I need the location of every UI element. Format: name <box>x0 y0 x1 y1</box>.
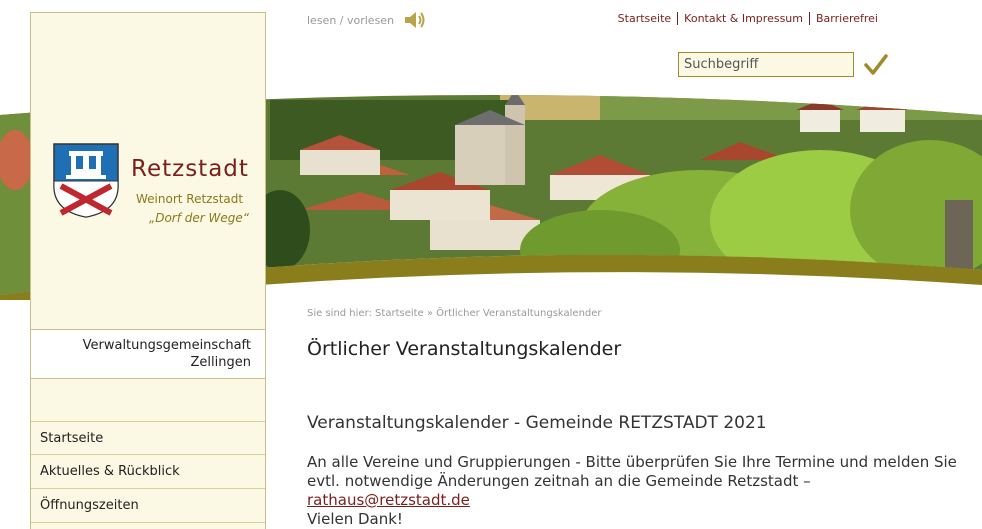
read-aloud-label: lesen / vorlesen <box>307 13 395 27</box>
email-link[interactable]: rathaus@retzstadt.de <box>307 491 470 509</box>
breadcrumb: Sie sind hier: Startseite » Örtlicher Ve… <box>307 308 602 319</box>
coat-of-arms <box>53 143 119 218</box>
thanks-text: Vielen Dank! <box>307 510 403 528</box>
nav-item-oeffnungszeiten[interactable]: Öffnungszeiten <box>31 489 265 523</box>
checkmark-icon[interactable] <box>864 53 888 77</box>
main-nav: Startseite Aktuelles & Rückblick Öffnung… <box>31 421 265 523</box>
speaker-icon <box>405 12 425 28</box>
toplink-barrierefrei[interactable]: Barrierefrei <box>809 12 884 25</box>
intro-body: An alle Vereine und Gruppierungen - Bitt… <box>307 453 957 490</box>
top-links: Startseite Kontakt & Impressum Barrieref… <box>612 12 884 25</box>
intro-text: An alle Vereine und Gruppierungen - Bitt… <box>307 453 967 529</box>
vgem-line1: Verwaltungsgemeinschaft <box>82 338 251 353</box>
logo-block[interactable]: Retzstadt Weinort Retzstadt „Dorf der We… <box>31 13 265 329</box>
nav-item-aktuelles[interactable]: Aktuelles & Rückblick <box>31 455 265 489</box>
town-name: Retzstadt <box>131 156 249 182</box>
search-input[interactable] <box>678 52 854 77</box>
vgem-link[interactable]: Verwaltungsgemeinschaft Zellingen <box>31 329 265 379</box>
read-aloud[interactable]: lesen / vorlesen <box>307 9 426 31</box>
toplink-startseite[interactable]: Startseite <box>612 12 678 25</box>
toplink-kontakt-impressum[interactable]: Kontakt & Impressum <box>677 12 809 25</box>
town-subtitle: Weinort Retzstadt <box>136 192 244 206</box>
town-motto: „Dorf der Wege“ <box>149 211 249 225</box>
vgem-line2: Zellingen <box>190 355 251 370</box>
calendar-heading: Veranstaltungskalender - Gemeinde RETZST… <box>307 413 767 433</box>
page-title: Örtlicher Veranstaltungskalender <box>307 338 622 360</box>
sidebar: Retzstadt Weinort Retzstadt „Dorf der We… <box>30 12 266 529</box>
nav-item-startseite[interactable]: Startseite <box>31 421 265 455</box>
